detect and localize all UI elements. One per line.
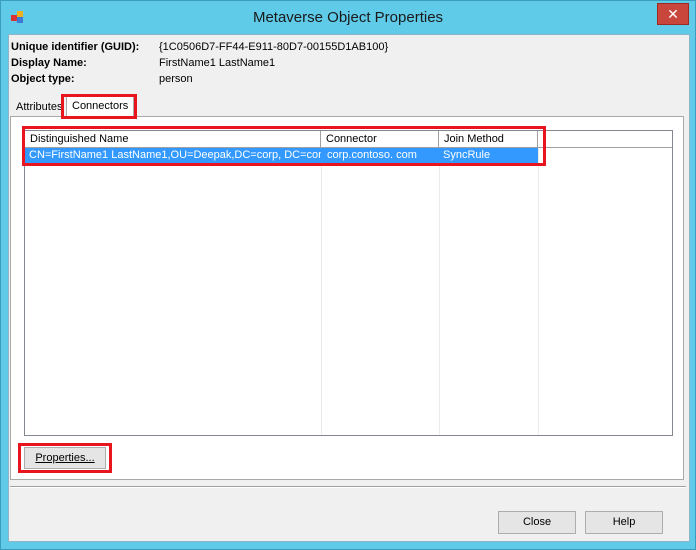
close-button[interactable]: Close: [498, 511, 576, 534]
title-bar[interactable]: Metaverse Object Properties ✕: [1, 1, 695, 34]
object-type-value: person: [159, 73, 193, 85]
guid-label: Unique identifier (GUID):: [11, 41, 140, 53]
properties-highlight: [18, 443, 112, 473]
display-name-value: FirstName1 LastName1: [159, 57, 276, 69]
tab-highlight: [61, 94, 137, 119]
display-name-label: Display Name:: [11, 57, 87, 69]
connectors-list[interactable]: Distinguished Name Connector Join Method…: [24, 130, 673, 436]
guid-value: {1C0506D7-FF44-E911-80D7-00155D1AB100}: [159, 41, 389, 53]
close-window-button[interactable]: ✕: [657, 3, 689, 25]
help-button[interactable]: Help: [585, 511, 663, 534]
window-title: Metaverse Object Properties: [252, 9, 444, 26]
column-filler: [538, 131, 672, 148]
list-highlight: [22, 126, 546, 166]
tab-attributes[interactable]: Attributes: [11, 98, 67, 116]
divider: [10, 486, 686, 488]
object-type-label: Object type:: [11, 73, 75, 85]
